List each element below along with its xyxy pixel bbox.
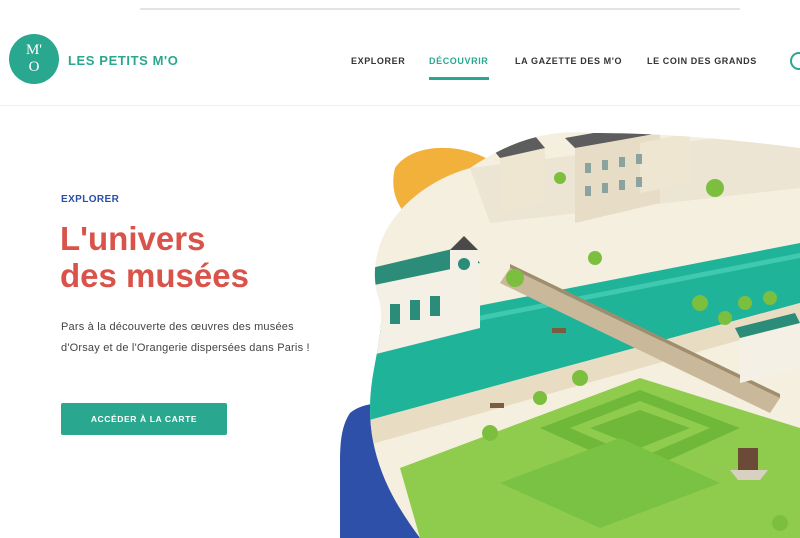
site-header: M' O LES PETITS M'O EXPLORER DÉCOUVRIR L… <box>0 30 800 104</box>
access-map-button[interactable]: ACCÉDER À LA CARTE <box>61 403 227 435</box>
hero-title-line1: L'univers <box>60 220 206 257</box>
logo-mark-top: M' <box>25 42 43 58</box>
active-nav-indicator <box>429 77 489 80</box>
hero-title-line2: des musées <box>60 257 249 294</box>
nav-decouvrir[interactable]: DÉCOUVRIR <box>429 56 488 66</box>
nav-explorer[interactable]: EXPLORER <box>351 56 405 66</box>
hero-description: Pars à la découverte des œuvres des musé… <box>61 321 310 354</box>
logo-mark[interactable]: M' O <box>9 34 59 84</box>
menu-circle-icon[interactable] <box>790 52 800 70</box>
logo-mark-bottom: O <box>28 59 40 75</box>
browser-top-edge <box>140 8 740 10</box>
nav-coin-des-grands[interactable]: LE COIN DES GRANDS <box>647 56 757 66</box>
brand-name[interactable]: LES PETITS M'O <box>68 53 178 68</box>
hero-title: L'univers des musées <box>60 220 249 294</box>
paris-map-illustration <box>340 132 800 538</box>
hero-eyebrow: EXPLORER <box>61 194 120 205</box>
nav-gazette[interactable]: LA GAZETTE DES M'O <box>515 56 622 66</box>
